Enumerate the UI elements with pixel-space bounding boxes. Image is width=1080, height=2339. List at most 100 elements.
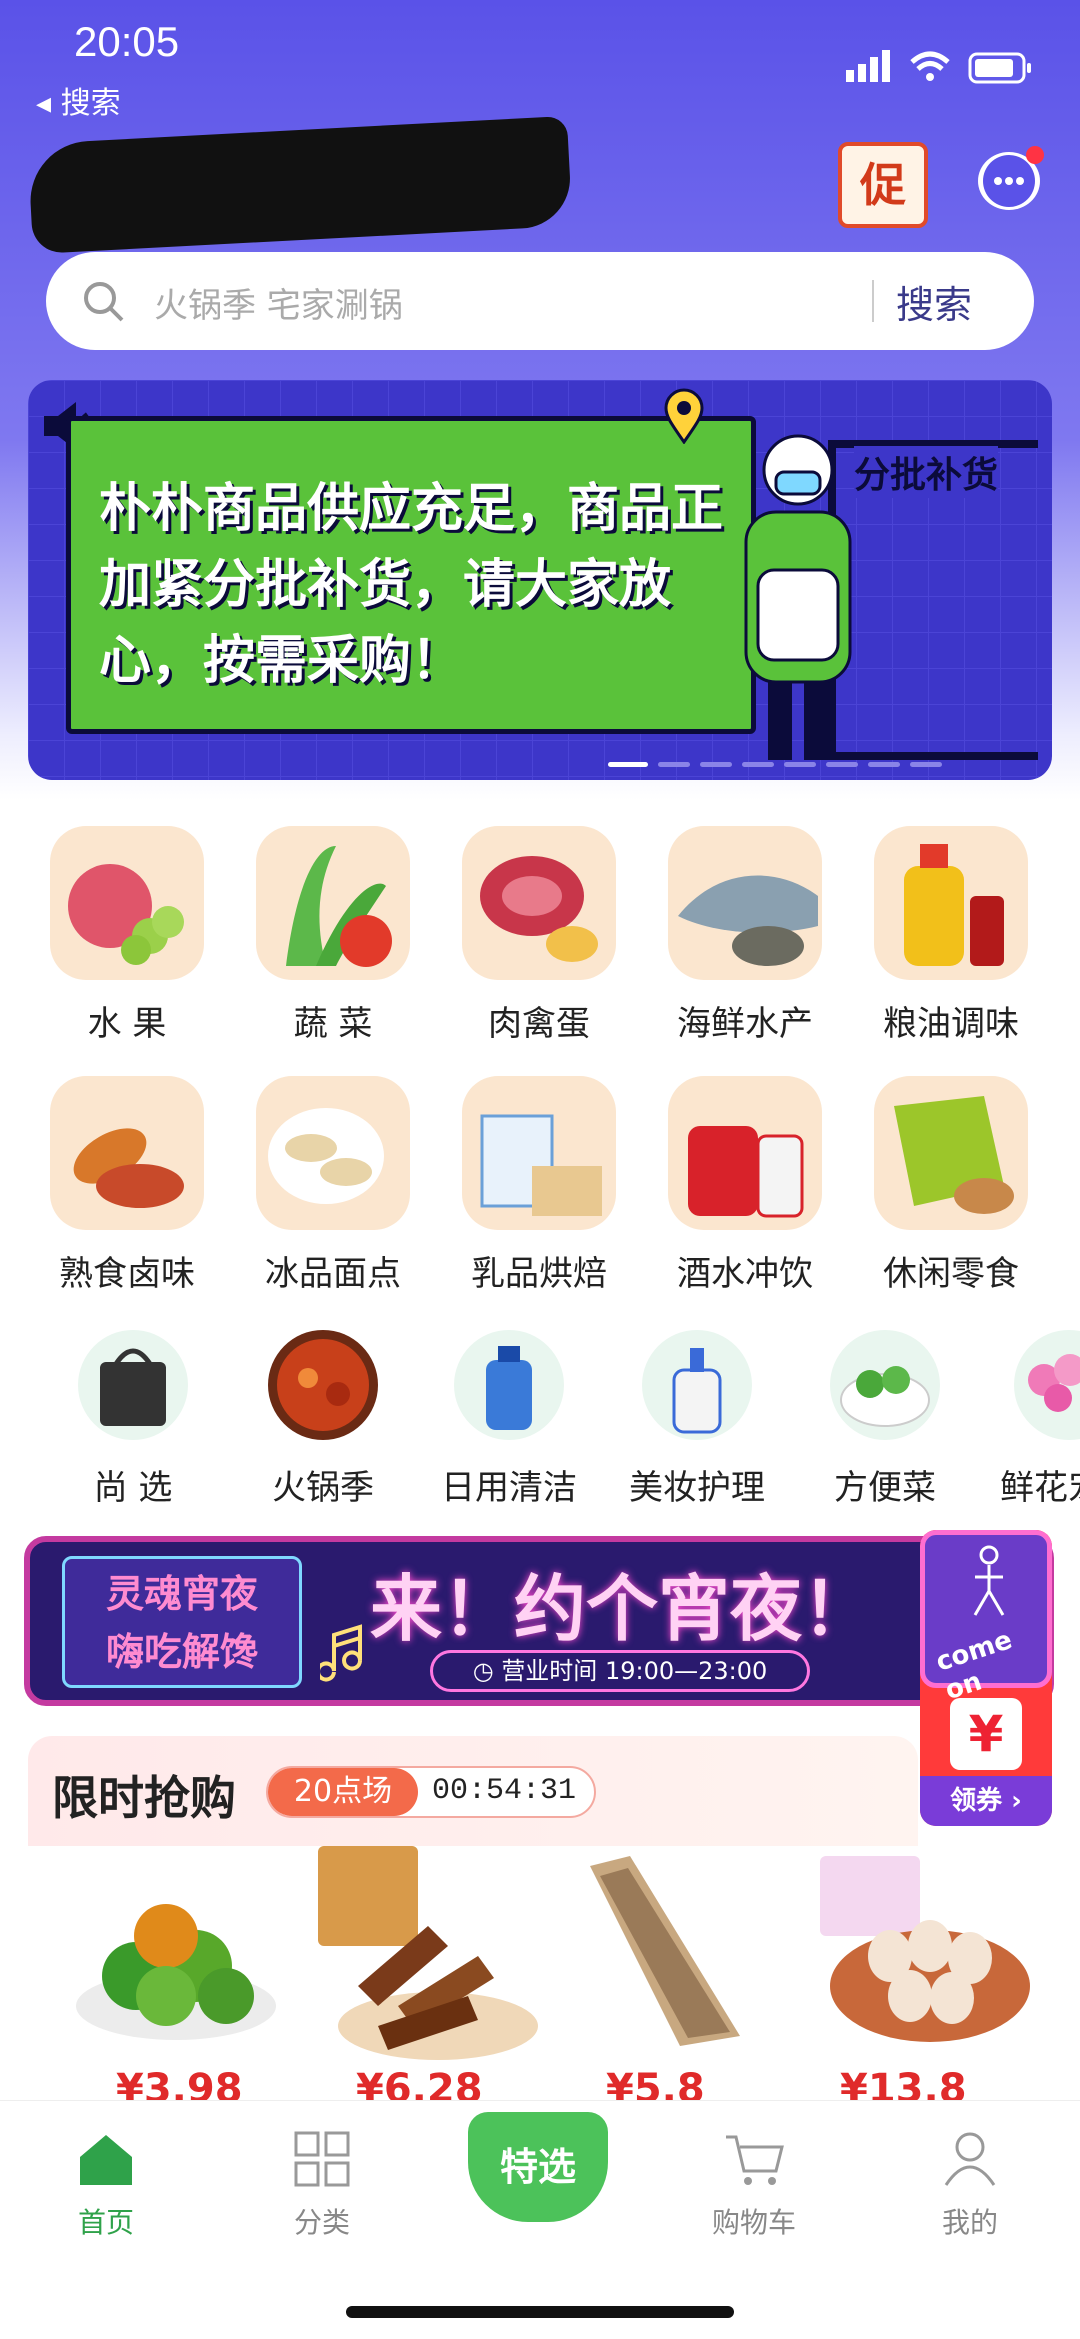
tab-category[interactable]: 分类	[252, 2131, 392, 2241]
signal-wifi-battery-icon	[846, 50, 1031, 84]
page-dot	[826, 762, 858, 767]
tab-home[interactable]: 首页	[36, 2131, 176, 2241]
clock-icon: ◷	[472, 1657, 494, 1685]
night-line1: 灵魂宵夜	[105, 1572, 258, 1616]
come-on-text: come on	[932, 1625, 1016, 1707]
main-banner[interactable]: 朴朴商品供应充足，商品正加紧分批补货，请大家放心，按需采购！ 分批补货	[28, 380, 1052, 780]
back-label: 搜索	[60, 86, 121, 121]
hours-label: 营业时间	[501, 1657, 598, 1685]
category-label: 肉禽蛋	[488, 1004, 590, 1044]
category-label: 尚 选	[93, 1468, 173, 1508]
page-dot	[658, 762, 690, 767]
night-headline: 来！约个宵夜！	[370, 1566, 875, 1651]
walking-person-icon	[973, 1545, 1005, 1616]
tab-cart[interactable]: 购物车	[684, 2131, 824, 2241]
category-beauty[interactable]: 美妆护理	[602, 1330, 792, 1509]
product-dried-tofu[interactable]	[318, 1846, 538, 2066]
night-tagline-box: 灵魂宵夜 嗨吃解馋	[62, 1556, 302, 1688]
banner-message-box: 朴朴商品供应充足，商品正加紧分批补货，请大家放心，按需采购！	[66, 416, 756, 734]
product-sandwich[interactable]	[570, 1846, 790, 2066]
yen-icon: ¥	[950, 1698, 1022, 1770]
category-selected[interactable]: 尚 选	[38, 1330, 228, 1509]
category-label: 火锅季	[272, 1468, 374, 1508]
search-bar[interactable]: 火锅季 宅家涮锅 搜索	[46, 252, 1034, 350]
category-hotpot[interactable]: 火锅季	[228, 1330, 418, 1509]
home-indicator	[346, 2306, 734, 2318]
music-note-icon	[320, 1624, 362, 1682]
category-label: 酒水冲饮	[677, 1254, 813, 1294]
category-deli[interactable]: 熟食卤味	[32, 1076, 222, 1295]
category-label: 水 果	[87, 1004, 167, 1044]
message-icon[interactable]	[978, 146, 1044, 210]
salad-icon	[830, 1330, 940, 1440]
status-time: 20:05	[74, 18, 180, 65]
user-icon	[944, 2132, 996, 2186]
page-dot-active	[608, 762, 648, 767]
category-label: 日用清洁	[441, 1468, 577, 1508]
vegetable-icon	[256, 826, 410, 980]
search-icon	[84, 282, 124, 322]
category-label: 粮油调味	[883, 1004, 1019, 1044]
product-eggs[interactable]	[820, 1846, 1040, 2066]
page-dot	[700, 762, 732, 767]
category-vegetable[interactable]: 蔬 菜	[238, 826, 428, 1045]
unread-dot	[1026, 146, 1044, 164]
search-placeholder: 火锅季 宅家涮锅	[154, 286, 403, 326]
search-divider	[872, 280, 874, 322]
category-label: 蔬 菜	[293, 1004, 373, 1044]
tab-mine-label: 我的	[941, 2206, 998, 2239]
banner-text: 朴朴商品供应充足，商品正加紧分批补货，请大家放心，按需采购！	[99, 479, 724, 691]
page-dot	[742, 762, 774, 767]
back-to-search[interactable]: ◂ 搜索	[36, 78, 121, 122]
flash-sale-timer: 20点场 00:54:31	[266, 1766, 596, 1818]
category-label: 美妆护理	[629, 1468, 765, 1508]
category-label: 鲜花宠	[1000, 1468, 1080, 1508]
coupon-top: come on	[920, 1530, 1052, 1706]
snack-icon	[874, 1076, 1028, 1230]
tab-home-label: 首页	[77, 2206, 134, 2239]
tab-mine[interactable]: 我的	[900, 2131, 1040, 2241]
get-coupon-label: 领券 ›	[920, 1776, 1052, 1826]
category-fruit[interactable]: 水 果	[32, 826, 222, 1045]
fruit-icon	[50, 826, 204, 980]
category-convenient[interactable]: 方便菜	[790, 1330, 980, 1509]
meat-icon	[462, 826, 616, 980]
hours-value: 19:00—23:00	[604, 1657, 768, 1685]
bag-icon	[78, 1330, 188, 1440]
deli-icon	[50, 1076, 204, 1230]
tab-category-label: 分类	[293, 2206, 350, 2239]
home-icon	[80, 2135, 132, 2185]
flash-sale-header[interactable]: 限时抢购 20点场 00:54:31	[28, 1736, 918, 1846]
category-dairy[interactable]: 乳品烘焙	[444, 1076, 634, 1295]
category-label: 海鲜水产	[677, 1004, 813, 1044]
category-label: 乳品烘焙	[471, 1254, 607, 1294]
category-snack[interactable]: 休闲零食	[856, 1076, 1046, 1295]
category-drink[interactable]: 酒水冲饮	[650, 1076, 840, 1295]
grid-icon	[294, 2131, 350, 2187]
coupon-floating-button[interactable]: come on ¥ 领券 ›	[920, 1530, 1052, 1826]
handwash-icon	[642, 1330, 752, 1440]
drink-icon	[668, 1076, 822, 1230]
hotpot-icon	[268, 1330, 378, 1440]
category-seafood[interactable]: 海鲜水产	[650, 826, 840, 1045]
promo-calendar-button[interactable]: 促	[838, 142, 928, 228]
eggs-image	[820, 1856, 1030, 2042]
category-cleaning[interactable]: 日用清洁	[414, 1330, 604, 1509]
category-meat[interactable]: 肉禽蛋	[444, 826, 634, 1045]
page-dot	[868, 762, 900, 767]
category-flower[interactable]: 鲜花宠	[958, 1330, 1080, 1509]
search-button[interactable]: 搜索	[896, 274, 972, 329]
oil-icon	[874, 826, 1028, 980]
oranges-image	[76, 1904, 276, 2040]
category-label: 冰品面点	[265, 1254, 401, 1294]
category-dumpling[interactable]: 冰品面点	[238, 1076, 428, 1295]
product-oranges[interactable]	[66, 1866, 286, 2086]
dried-tofu-image	[318, 1846, 538, 2060]
flower-icon	[1014, 1330, 1080, 1440]
tab-featured[interactable]: 特选	[468, 2112, 608, 2222]
night-snack-banner[interactable]: 灵魂宵夜 嗨吃解馋 来！约个宵夜！ ◷ 营业时间 19:00—23:00	[24, 1536, 1054, 1706]
category-oil[interactable]: 粮油调味	[856, 826, 1046, 1045]
page-dot	[910, 762, 942, 767]
shelf-label: 分批补货	[854, 446, 999, 498]
status-icons	[846, 44, 1046, 92]
